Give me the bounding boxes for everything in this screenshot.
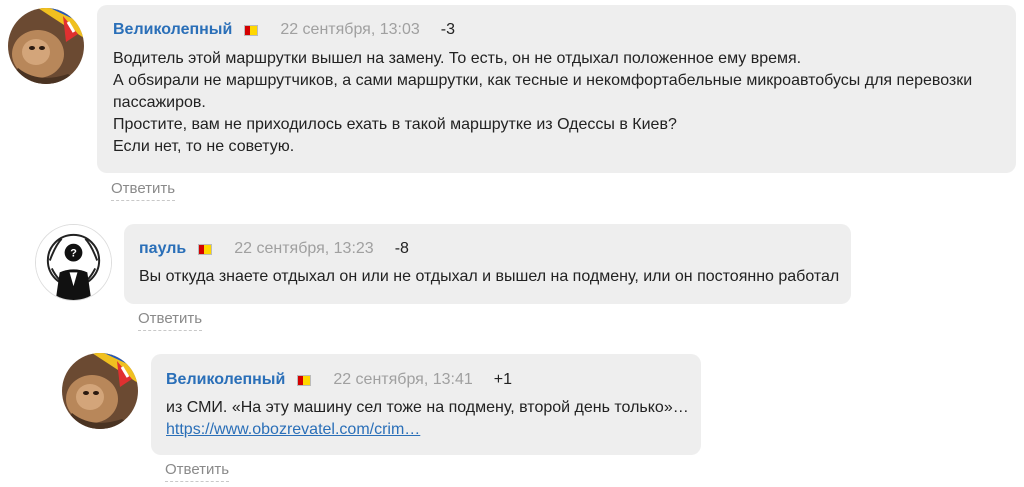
comment-bubble: Великолепный 22 сентября, 13:03 -3 Водит…: [97, 5, 1016, 173]
comment-line: пассажиров.: [113, 94, 206, 111]
flag-icon: [297, 374, 312, 386]
lion-avatar-icon: [62, 353, 138, 429]
comment-bubble: Великолепный 22 сентября, 13:41 +1 из СМ…: [151, 354, 701, 455]
comment-date[interactable]: 22 сентября, 13:23: [234, 238, 373, 260]
comment-line: Водитель этой маршрутки вышел на замену.…: [113, 50, 802, 67]
author-name[interactable]: Великолепный: [113, 19, 232, 41]
reply-button[interactable]: Ответить: [165, 460, 230, 482]
comment-meta: пауль 22 сентября, 13:23 -8: [139, 238, 851, 260]
comment-text: Вы откуда знаете отдыхал он или не отдых…: [139, 266, 851, 288]
author-name[interactable]: пауль: [139, 238, 186, 260]
comment-rating: -8: [394, 240, 409, 257]
comment-line: Если нет, то не советую.: [113, 138, 295, 155]
anonymous-mask-avatar-icon: ?: [36, 225, 111, 300]
comment-bubble: пауль 22 сентября, 13:23 -8 Вы откуда зн…: [124, 224, 851, 304]
comment-line: Простите, вам не приходилось ехать в так…: [113, 116, 677, 133]
svg-text:?: ?: [70, 248, 77, 260]
comment-rating: -3: [440, 21, 455, 38]
comment-text: из СМИ. «На эту машину сел тоже на подме…: [166, 397, 701, 441]
comment-line: А обsирали не маршрутчиков, а сами маршр…: [113, 72, 973, 89]
comment-date[interactable]: 22 сентября, 13:03: [280, 19, 419, 41]
comment-rating: +1: [493, 371, 513, 388]
comment-meta: Великолепный 22 сентября, 13:03 -3: [113, 19, 1016, 41]
user-avatar[interactable]: ?: [35, 224, 112, 301]
comment-line: Вы откуда знаете отдыхал он или не отдых…: [139, 268, 840, 285]
lion-avatar-icon: [8, 8, 84, 84]
flag-icon: [198, 243, 213, 255]
comment-date[interactable]: 22 сентября, 13:41: [333, 369, 472, 391]
user-avatar[interactable]: [62, 353, 138, 429]
flag-icon: [244, 24, 259, 36]
comment-text: Водитель этой маршрутки вышел на замену.…: [113, 48, 1016, 158]
comment-line: из СМИ. «На эту машину сел тоже на подме…: [166, 399, 689, 416]
reply-button[interactable]: Ответить: [138, 309, 203, 331]
user-avatar[interactable]: [8, 8, 84, 84]
reply-button[interactable]: Ответить: [111, 179, 176, 201]
article-link[interactable]: https://www.obozrevatel.com/crim…: [166, 421, 420, 438]
author-name[interactable]: Великолепный: [166, 369, 285, 391]
comment-meta: Великолепный 22 сентября, 13:41 +1: [166, 369, 701, 391]
